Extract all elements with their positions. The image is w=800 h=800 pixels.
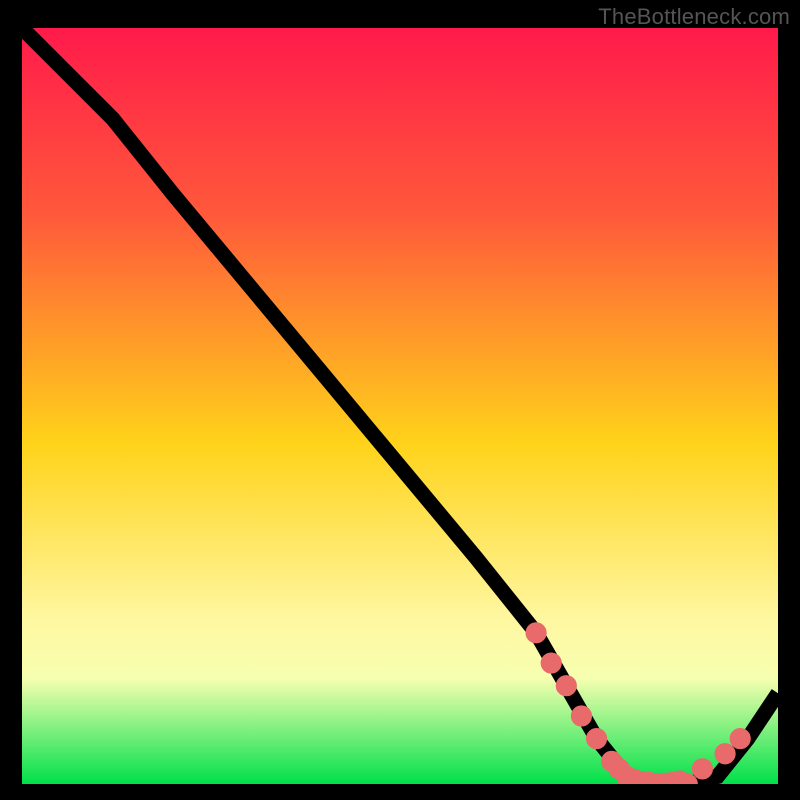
highlight-dot xyxy=(575,709,589,723)
highlight-dot xyxy=(733,732,747,746)
watermark-text: TheBottleneck.com xyxy=(598,4,790,30)
chart-svg xyxy=(22,28,778,784)
highlight-dot xyxy=(718,747,732,761)
highlight-dot xyxy=(560,679,574,693)
highlight-dots-group xyxy=(529,626,747,784)
highlight-dot xyxy=(529,626,543,640)
highlight-dot xyxy=(590,732,604,746)
bottleneck-curve xyxy=(22,28,778,784)
plot-area xyxy=(22,28,778,784)
chart-frame: TheBottleneck.com xyxy=(0,0,800,800)
highlight-dot xyxy=(696,762,710,776)
highlight-dot xyxy=(544,656,558,670)
highlight-dot xyxy=(680,777,694,784)
